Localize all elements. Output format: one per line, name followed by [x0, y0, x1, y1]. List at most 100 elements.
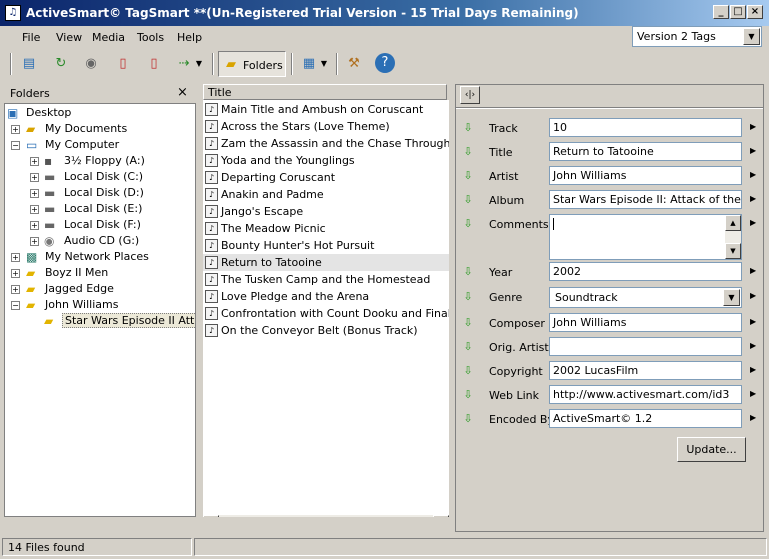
- list-column-header[interactable]: Title: [203, 84, 447, 100]
- chevron-right-icon[interactable]: ▶: [750, 317, 756, 326]
- scroll-up-icon[interactable]: ▲: [725, 215, 741, 231]
- expand-icon[interactable]: +: [30, 173, 39, 182]
- tag-version-select[interactable]: Version 2 Tags ▼: [632, 26, 762, 47]
- year-field[interactable]: 2002: [549, 262, 742, 281]
- copy-down-icon[interactable]: ⇩: [462, 365, 474, 377]
- menu-tools[interactable]: Tools: [137, 31, 164, 44]
- list-item[interactable]: ♪ On the Conveyor Belt (Bonus Track): [203, 322, 449, 339]
- chevron-right-icon[interactable]: ▶: [750, 413, 756, 422]
- expand-icon[interactable]: +: [30, 157, 39, 166]
- genre-select[interactable]: Soundtrack ▼: [549, 287, 742, 308]
- list-item[interactable]: ♪ Bounty Hunter's Hot Pursuit: [203, 237, 449, 254]
- copy-down-icon[interactable]: ⇩: [462, 146, 474, 158]
- tree-horizontal-scrollbar[interactable]: ◀ ▶: [5, 516, 195, 517]
- copy-down-icon[interactable]: ⇩: [462, 413, 474, 425]
- expand-icon[interactable]: +: [30, 221, 39, 230]
- open-icon[interactable]: ▤: [18, 53, 40, 75]
- list-item[interactable]: ♪ Confrontation with Count Dooku and Fina…: [203, 305, 449, 322]
- help-icon[interactable]: ?: [375, 53, 395, 73]
- scroll-left-icon[interactable]: ◀: [5, 516, 21, 517]
- list-item[interactable]: ♪ Jango's Escape: [203, 203, 449, 220]
- chevron-right-icon[interactable]: ▶: [750, 122, 756, 131]
- music-file-icon: ♪: [205, 205, 218, 218]
- list-item[interactable]: ♪ Love Pledge and the Arena: [203, 288, 449, 305]
- view-dropdown-icon[interactable]: ▼: [319, 53, 329, 75]
- comments-field[interactable]: ▲ ▼: [549, 214, 742, 260]
- list-item[interactable]: ♪ Yoda and the Younglings: [203, 152, 449, 169]
- chevron-right-icon[interactable]: ▶: [750, 266, 756, 275]
- close-button[interactable]: ×: [747, 5, 763, 19]
- chevron-down-icon[interactable]: ▼: [723, 289, 740, 306]
- close-icon[interactable]: ×: [177, 85, 188, 100]
- chevron-right-icon[interactable]: ▶: [750, 341, 756, 350]
- cd-icon[interactable]: ◉: [80, 53, 102, 75]
- expand-icon[interactable]: +: [11, 253, 20, 262]
- export-icon[interactable]: ⇢: [173, 53, 195, 75]
- list-horizontal-scrollbar[interactable]: ◀ ▶: [203, 515, 449, 517]
- chevron-down-icon[interactable]: ▼: [743, 28, 760, 45]
- list-item[interactable]: ♪ The Meadow Picnic: [203, 220, 449, 237]
- chevron-right-icon[interactable]: ▶: [750, 365, 756, 374]
- copy-down-icon[interactable]: ⇩: [462, 291, 474, 303]
- copy-down-icon[interactable]: ⇩: [462, 194, 474, 206]
- list-item[interactable]: ♪ Main Title and Ambush on Coruscant: [203, 101, 449, 118]
- menu-file[interactable]: File: [22, 31, 40, 44]
- artist-field[interactable]: John Williams: [549, 166, 742, 185]
- track-field[interactable]: 10: [549, 118, 742, 137]
- expand-icon[interactable]: +: [11, 125, 20, 134]
- orig-artist-field[interactable]: [549, 337, 742, 356]
- minimize-button[interactable]: _: [713, 5, 729, 19]
- menu-media[interactable]: Media: [92, 31, 125, 44]
- expand-icon[interactable]: +: [30, 205, 39, 214]
- chevron-right-icon[interactable]: ▶: [750, 291, 756, 300]
- copy-down-icon[interactable]: ⇩: [462, 341, 474, 353]
- view-icon[interactable]: ▦: [298, 53, 320, 75]
- collapse-icon[interactable]: −: [11, 141, 20, 150]
- expand-icon[interactable]: +: [30, 189, 39, 198]
- save-tag-icon[interactable]: ▯: [112, 53, 134, 75]
- chevron-right-icon[interactable]: ▶: [750, 170, 756, 179]
- menu-help[interactable]: Help: [177, 31, 202, 44]
- expand-icon[interactable]: +: [11, 285, 20, 294]
- copy-down-icon[interactable]: ⇩: [462, 389, 474, 401]
- list-item[interactable]: ♪ Anakin and Padme: [203, 186, 449, 203]
- export-dropdown-icon[interactable]: ▼: [194, 53, 204, 75]
- title-field[interactable]: Return to Tatooine: [549, 142, 742, 161]
- refresh-icon[interactable]: ↻: [50, 53, 72, 75]
- copy-down-icon[interactable]: ⇩: [462, 317, 474, 329]
- list-item[interactable]: ♪ Across the Stars (Love Theme): [203, 118, 449, 135]
- tree-node-star-wars[interactable]: ▰ Star Wars Episode II Attack: [5, 313, 195, 329]
- menu-view[interactable]: View: [56, 31, 82, 44]
- expand-icon[interactable]: +: [11, 269, 20, 278]
- tools-icon[interactable]: ⚒: [343, 53, 365, 75]
- encoded-by-field[interactable]: ActiveSmart© 1.2: [549, 409, 742, 428]
- list-item[interactable]: ♪ Departing Coruscant: [203, 169, 449, 186]
- collapse-panel-icon[interactable]: ‹|›: [460, 86, 480, 104]
- list-item-selected[interactable]: ♪ Return to Tatooine: [203, 254, 449, 271]
- folders-button[interactable]: ▰ Folders: [218, 51, 286, 77]
- web-link-field[interactable]: http://www.activesmart.com/id3: [549, 385, 742, 404]
- list-item[interactable]: ♪ The Tusken Camp and the Homestead: [203, 271, 449, 288]
- copy-down-icon[interactable]: ⇩: [462, 218, 474, 230]
- scroll-right-icon[interactable]: ▶: [433, 515, 449, 517]
- maximize-button[interactable]: □: [730, 5, 746, 19]
- collapse-icon[interactable]: −: [11, 301, 20, 310]
- chevron-right-icon[interactable]: ▶: [750, 194, 756, 203]
- list-item[interactable]: ♪ Zam the Assassin and the Chase Through …: [203, 135, 449, 152]
- copy-down-icon[interactable]: ⇩: [462, 122, 474, 134]
- copy-down-icon[interactable]: ⇩: [462, 266, 474, 278]
- copyright-field[interactable]: 2002 LucasFilm: [549, 361, 742, 380]
- album-field[interactable]: Star Wars Episode II: Attack of the Clon…: [549, 190, 742, 209]
- composer-field[interactable]: John Williams: [549, 313, 742, 332]
- update-button[interactable]: Update...: [677, 437, 746, 462]
- copy-down-icon[interactable]: ⇩: [462, 170, 474, 182]
- chevron-right-icon[interactable]: ▶: [750, 389, 756, 398]
- scroll-left-icon[interactable]: ◀: [203, 515, 219, 517]
- comments-scrollbar[interactable]: ▲ ▼: [725, 215, 741, 259]
- scroll-right-icon[interactable]: ▶: [179, 516, 195, 517]
- remove-tag-icon[interactable]: ▯: [143, 53, 165, 75]
- scroll-down-icon[interactable]: ▼: [725, 243, 741, 259]
- chevron-right-icon[interactable]: ▶: [750, 146, 756, 155]
- expand-icon[interactable]: +: [30, 237, 39, 246]
- chevron-right-icon[interactable]: ▶: [750, 218, 756, 227]
